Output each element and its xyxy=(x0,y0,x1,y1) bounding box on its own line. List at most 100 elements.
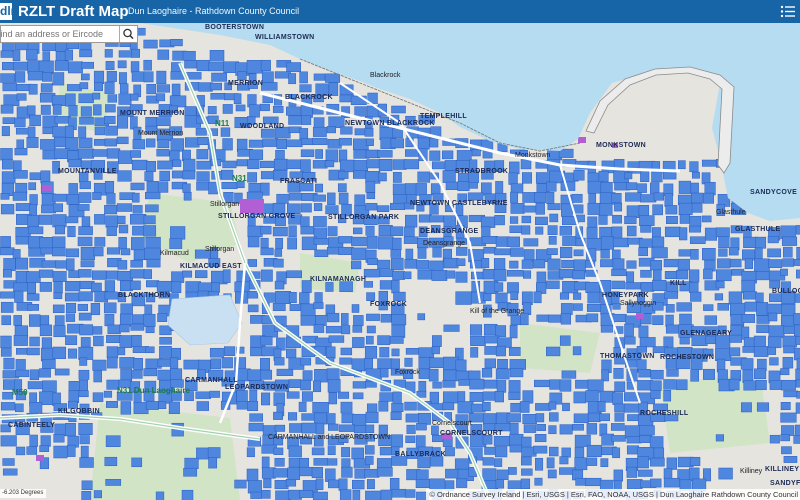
parcel[interactable] xyxy=(508,172,518,185)
parcel[interactable] xyxy=(328,423,339,431)
parcel[interactable] xyxy=(211,282,220,293)
parcel[interactable] xyxy=(481,368,493,378)
parcel[interactable] xyxy=(442,150,454,160)
parcel[interactable] xyxy=(287,467,300,480)
parcel[interactable] xyxy=(494,282,504,292)
search-button[interactable] xyxy=(119,26,137,42)
parcel[interactable] xyxy=(1,315,11,326)
parcel[interactable] xyxy=(131,159,148,171)
parcel[interactable] xyxy=(432,246,442,258)
parcel[interactable] xyxy=(52,346,67,359)
parcel[interactable] xyxy=(572,270,586,280)
parcel[interactable] xyxy=(562,402,570,412)
parcel[interactable] xyxy=(535,202,545,215)
parcel[interactable] xyxy=(509,161,520,175)
parcel[interactable] xyxy=(379,392,393,402)
parcel[interactable] xyxy=(795,402,800,414)
parcel[interactable] xyxy=(418,381,427,393)
parcel[interactable] xyxy=(272,106,284,113)
parcel[interactable] xyxy=(120,368,133,382)
parcel[interactable] xyxy=(611,435,626,442)
parcel[interactable] xyxy=(261,489,271,499)
parcel[interactable] xyxy=(13,335,28,346)
parcel[interactable] xyxy=(196,401,209,411)
parcel[interactable] xyxy=(0,335,12,349)
parcel[interactable] xyxy=(92,192,102,200)
parcel[interactable] xyxy=(484,335,500,344)
parcel[interactable] xyxy=(418,347,435,358)
parcel[interactable] xyxy=(224,346,236,356)
parcel[interactable] xyxy=(364,128,374,137)
parcel[interactable] xyxy=(718,248,728,257)
parcel[interactable] xyxy=(363,268,380,278)
parcel[interactable] xyxy=(93,369,102,383)
parcel[interactable] xyxy=(155,93,166,102)
parcel[interactable] xyxy=(144,171,154,182)
parcel[interactable] xyxy=(246,447,255,458)
parcel[interactable] xyxy=(650,390,661,399)
parcel[interactable] xyxy=(795,379,800,388)
parcel[interactable] xyxy=(471,149,481,157)
parcel[interactable] xyxy=(2,117,16,124)
parcel[interactable] xyxy=(15,182,28,194)
parcel[interactable] xyxy=(523,424,537,433)
parcel[interactable] xyxy=(143,269,152,279)
parcel[interactable] xyxy=(300,203,312,213)
parcel[interactable] xyxy=(456,258,466,266)
parcel[interactable] xyxy=(52,193,68,202)
parcel[interactable] xyxy=(767,346,777,355)
parcel[interactable] xyxy=(468,182,478,189)
parcel[interactable] xyxy=(53,325,66,338)
parcel[interactable] xyxy=(26,446,38,455)
parcel[interactable] xyxy=(614,381,626,392)
parcel[interactable] xyxy=(391,324,406,338)
parcel[interactable] xyxy=(26,137,39,148)
parcel[interactable] xyxy=(27,126,36,139)
parcel[interactable] xyxy=(327,445,336,455)
parcel[interactable] xyxy=(652,227,661,239)
parcel[interactable] xyxy=(105,125,118,136)
parcel[interactable] xyxy=(196,149,209,160)
parcel[interactable] xyxy=(429,150,441,161)
parcel[interactable] xyxy=(13,282,28,292)
parcel[interactable] xyxy=(588,193,597,205)
parcel[interactable] xyxy=(377,259,391,270)
parcel[interactable] xyxy=(470,324,483,336)
parcel[interactable] xyxy=(247,369,262,381)
parcel[interactable] xyxy=(548,236,557,245)
parcel[interactable] xyxy=(104,81,115,94)
parcel[interactable] xyxy=(653,447,665,459)
parcel[interactable] xyxy=(260,269,273,282)
parcel[interactable] xyxy=(406,424,416,434)
parcel[interactable] xyxy=(639,425,655,436)
parcel[interactable] xyxy=(26,347,40,356)
parcel[interactable] xyxy=(614,202,623,212)
parcel[interactable] xyxy=(509,368,524,378)
parcel[interactable] xyxy=(715,347,732,361)
parcel[interactable] xyxy=(80,246,95,261)
parcel[interactable] xyxy=(119,324,130,333)
parcel[interactable] xyxy=(339,489,352,500)
parcel[interactable] xyxy=(341,466,353,478)
parcel[interactable] xyxy=(247,480,262,494)
parcel[interactable] xyxy=(600,325,613,333)
parcel[interactable] xyxy=(377,358,393,369)
parcel[interactable] xyxy=(40,104,51,115)
parcel[interactable] xyxy=(275,291,291,304)
parcel[interactable] xyxy=(678,160,686,170)
parcel[interactable] xyxy=(614,412,625,422)
parcel[interactable] xyxy=(106,71,117,82)
parcel[interactable] xyxy=(103,390,113,398)
parcel[interactable] xyxy=(313,302,324,309)
parcel[interactable] xyxy=(689,236,706,244)
map-canvas[interactable]: BOOTERSTOWN WILLIAMSTOWN MERRION BLACKROCK B… xyxy=(0,23,800,500)
special-parcel[interactable] xyxy=(42,185,52,191)
parcel[interactable] xyxy=(495,368,510,380)
parcel[interactable] xyxy=(117,260,128,270)
parcel[interactable] xyxy=(184,60,197,69)
parcel[interactable] xyxy=(0,291,16,299)
parcel[interactable] xyxy=(467,192,484,201)
parcel[interactable] xyxy=(156,280,173,292)
parcel[interactable] xyxy=(587,202,601,215)
parcel[interactable] xyxy=(717,258,731,269)
